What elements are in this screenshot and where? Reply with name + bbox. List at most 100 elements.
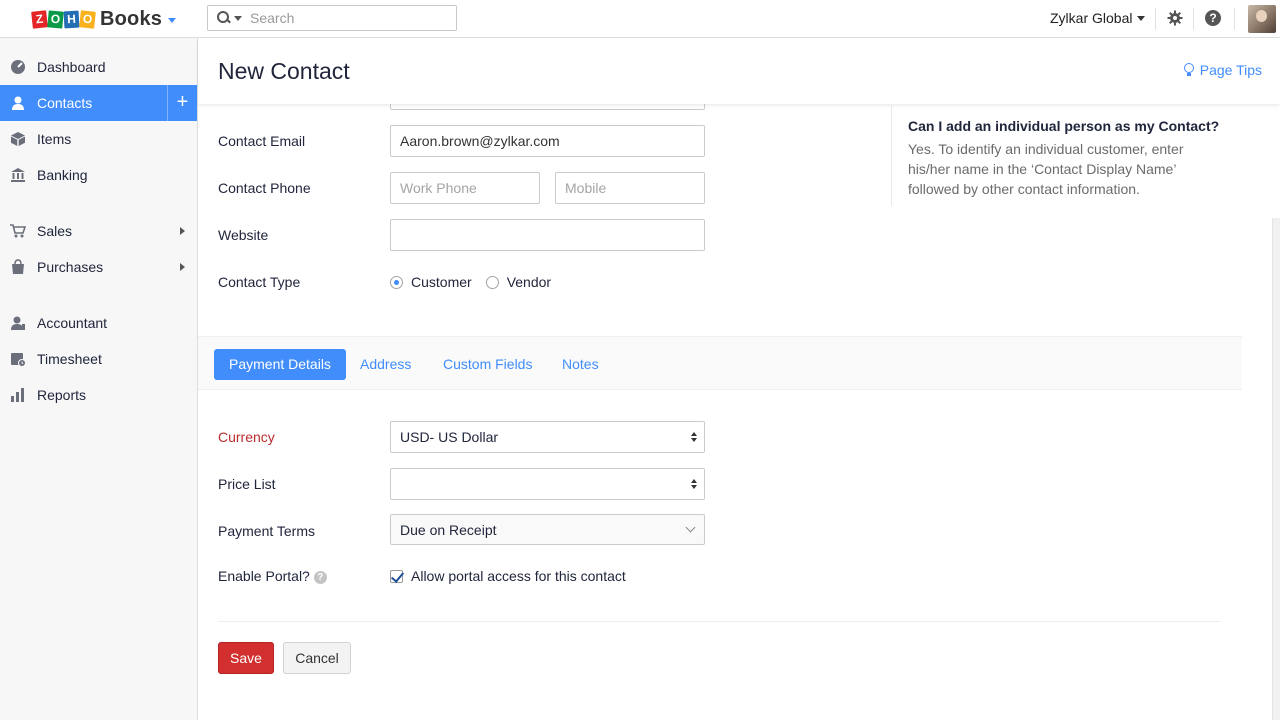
page-tips-label: Page Tips bbox=[1199, 62, 1262, 78]
lightbulb-icon bbox=[1183, 63, 1194, 77]
product-name: Books bbox=[100, 7, 163, 30]
tab-custom-fields[interactable]: Custom Fields bbox=[443, 349, 532, 380]
payment-terms-select[interactable]: Due on Receipt bbox=[390, 514, 705, 545]
contact-type-label: Contact Type bbox=[218, 274, 301, 290]
mobile-phone-field[interactable]: Mobile bbox=[555, 172, 705, 204]
sidebar-item-items[interactable]: Items bbox=[0, 121, 197, 157]
chevron-right-icon bbox=[180, 263, 185, 271]
sidebar-item-label: Items bbox=[37, 131, 72, 147]
top-bar: Z O H O Books Zylkar Global ? bbox=[0, 0, 1280, 38]
cancel-button[interactable]: Cancel bbox=[283, 642, 351, 674]
page-tips-link[interactable]: Page Tips bbox=[1183, 62, 1262, 78]
work-phone-field[interactable]: Work Phone bbox=[390, 172, 540, 204]
sidebar-item-contacts[interactable]: Contacts + bbox=[0, 85, 197, 121]
currency-select[interactable]: USD- US Dollar bbox=[390, 421, 705, 453]
org-name: Zylkar Global bbox=[1050, 10, 1133, 26]
chevron-down-icon bbox=[685, 522, 696, 533]
timesheet-icon bbox=[10, 351, 26, 367]
sidebar-item-label: Dashboard bbox=[37, 59, 106, 75]
sidebar-item-label: Banking bbox=[37, 167, 88, 183]
help-panel: Can I add an individual person as my Con… bbox=[891, 106, 1231, 206]
zoho-books-logo[interactable]: Z O H O Books bbox=[31, 7, 177, 31]
sidebar-item-label: Contacts bbox=[37, 95, 93, 111]
sidebar: Dashboard Contacts + Items Banking Sales… bbox=[0, 38, 198, 720]
help-answer: Yes. To identify an individual customer,… bbox=[908, 141, 1184, 197]
select-arrows-icon bbox=[691, 479, 697, 490]
search-box[interactable] bbox=[207, 5, 457, 31]
tab-address[interactable]: Address bbox=[360, 349, 411, 380]
divider bbox=[1155, 8, 1156, 30]
gear-icon[interactable] bbox=[1167, 10, 1183, 26]
tab-notes[interactable]: Notes bbox=[562, 349, 599, 380]
sidebar-item-accountant[interactable]: Accountant bbox=[0, 305, 197, 341]
help-question: Can I add an individual person as my Con… bbox=[908, 118, 1220, 134]
select-arrows-icon bbox=[691, 432, 697, 443]
price-list-label: Price List bbox=[218, 476, 276, 492]
sidebar-item-label: Timesheet bbox=[37, 351, 102, 367]
divider bbox=[1193, 8, 1194, 30]
sidebar-item-timesheet[interactable]: Timesheet bbox=[0, 341, 197, 377]
detail-tabs: Payment Details Address Custom Fields No… bbox=[198, 336, 1242, 390]
sidebar-item-label: Sales bbox=[37, 223, 73, 239]
divider bbox=[1234, 8, 1235, 30]
sidebar-item-label: Purchases bbox=[37, 259, 104, 275]
divider bbox=[218, 621, 1221, 622]
sidebar-item-label: Accountant bbox=[37, 315, 108, 331]
search-scope-chevron-icon[interactable] bbox=[234, 15, 242, 21]
logo-letter: H bbox=[63, 10, 80, 28]
contacts-icon bbox=[10, 95, 26, 111]
shopping-bag-icon bbox=[10, 259, 26, 275]
help-icon[interactable]: ? bbox=[1205, 10, 1221, 26]
vendor-radio[interactable] bbox=[485, 275, 499, 289]
enable-portal-label: Enable Portal? bbox=[218, 568, 310, 584]
payment-terms-value: Due on Receipt bbox=[400, 522, 497, 538]
avatar[interactable] bbox=[1248, 5, 1276, 33]
sidebar-item-purchases[interactable]: Purchases bbox=[0, 249, 197, 285]
contact-email-label: Contact Email bbox=[218, 133, 306, 149]
scrollbar[interactable] bbox=[1272, 218, 1280, 720]
bar-chart-icon bbox=[10, 387, 26, 403]
main-content: New Contact Page Tips Contact Email Aaro… bbox=[198, 38, 1280, 720]
contact-phone-label: Contact Phone bbox=[218, 180, 311, 196]
page-title: New Contact bbox=[218, 58, 350, 84]
portal-access-checkbox[interactable] bbox=[390, 569, 403, 583]
customer-radio[interactable] bbox=[390, 275, 403, 289]
logo-letter: O bbox=[47, 9, 64, 29]
vendor-radio-label[interactable]: Vendor bbox=[507, 274, 551, 290]
search-icon[interactable] bbox=[216, 10, 232, 26]
dashboard-icon bbox=[10, 59, 26, 75]
banking-icon bbox=[10, 167, 26, 183]
enable-portal-label-wrap: Enable Portal?? bbox=[218, 568, 327, 584]
sidebar-item-sales[interactable]: Sales bbox=[0, 213, 197, 249]
chevron-down-icon bbox=[1137, 15, 1146, 21]
search-input[interactable] bbox=[250, 10, 440, 26]
contact-type-radio-group: Customer Vendor bbox=[390, 274, 565, 290]
logo-letter: O bbox=[79, 9, 96, 29]
items-icon bbox=[10, 131, 26, 147]
contact-email-field[interactable]: Aaron.brown@zylkar.com bbox=[390, 125, 705, 157]
sidebar-item-label: Reports bbox=[37, 387, 87, 403]
payment-terms-label: Payment Terms bbox=[218, 523, 315, 539]
customer-radio-label[interactable]: Customer bbox=[411, 274, 472, 290]
page-header: New Contact Page Tips bbox=[198, 38, 1280, 104]
help-icon[interactable]: ? bbox=[313, 571, 327, 584]
chevron-down-icon[interactable] bbox=[168, 17, 177, 23]
tab-payment-details[interactable]: Payment Details bbox=[214, 349, 346, 380]
chevron-right-icon bbox=[180, 227, 185, 235]
org-switcher[interactable]: Zylkar Global bbox=[1050, 10, 1146, 26]
portal-access-option: Allow portal access for this contact bbox=[390, 568, 626, 584]
currency-value: USD- US Dollar bbox=[400, 429, 499, 445]
cart-icon bbox=[10, 223, 26, 239]
website-field[interactable] bbox=[390, 219, 705, 251]
accountant-icon bbox=[10, 315, 26, 331]
price-list-select[interactable] bbox=[390, 468, 705, 500]
save-button[interactable]: Save bbox=[218, 642, 274, 674]
sidebar-item-dashboard[interactable]: Dashboard bbox=[0, 49, 197, 85]
sidebar-item-banking[interactable]: Banking bbox=[0, 157, 197, 193]
add-contact-plus-icon[interactable]: + bbox=[167, 85, 197, 121]
sidebar-item-reports[interactable]: Reports bbox=[0, 377, 197, 413]
website-label: Website bbox=[218, 227, 269, 243]
portal-access-label[interactable]: Allow portal access for this contact bbox=[411, 568, 626, 584]
currency-label: Currency bbox=[218, 429, 275, 445]
logo-letter: Z bbox=[31, 9, 48, 29]
